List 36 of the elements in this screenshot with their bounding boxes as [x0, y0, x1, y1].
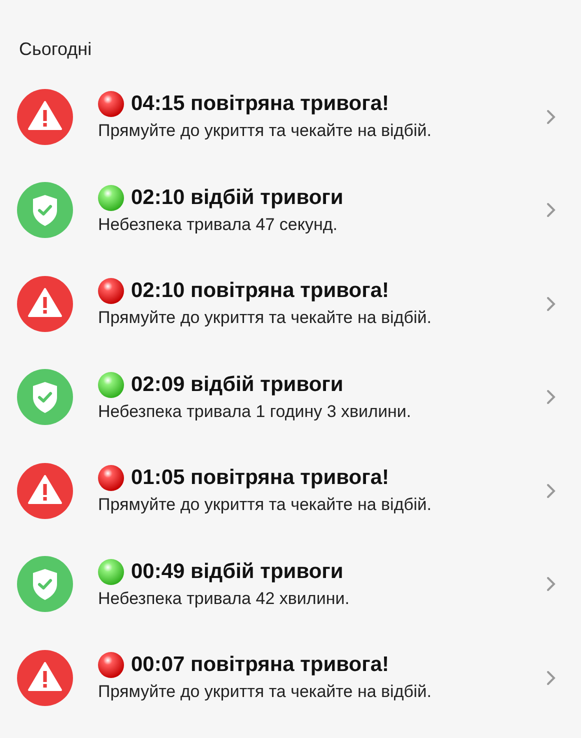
status-ball-icon [98, 184, 124, 211]
status-ball-icon [98, 278, 124, 304]
status-ball-icon [98, 465, 124, 492]
event-title: 01:05 повітряна тривога! [131, 465, 389, 492]
chevron-right-icon[interactable] [546, 576, 556, 592]
event-title: 02:10 повітряна тривога! [131, 278, 389, 304]
chevron-right-icon[interactable] [546, 389, 556, 406]
chevron-right-icon[interactable] [546, 482, 556, 499]
event-message: Прямуйте до укриття та чекайте на відбій. [98, 681, 432, 704]
chevron-right-icon[interactable] [546, 202, 556, 218]
chevron-right-icon[interactable] [546, 296, 556, 312]
warning-icon [17, 88, 73, 145]
shield-check-icon [17, 556, 73, 612]
section-title: Сьогодні [18, 38, 93, 61]
chevron-right-icon[interactable] [546, 108, 556, 125]
status-ball-icon [98, 372, 124, 398]
warning-icon [17, 462, 73, 519]
event-message: Прямуйте до укриття та чекайте на відбій. [98, 494, 432, 516]
shield-check-icon [17, 369, 73, 426]
event-title: 00:07 повітряна тривога! [131, 652, 389, 678]
event-message: Небезпека тривала 1 годину 3 хвилини. [98, 400, 412, 423]
event-title: 04:15 повітряна тривога! [131, 91, 389, 118]
warning-icon [17, 276, 73, 332]
event-message: Прямуйте до укриття та чекайте на відбій. [98, 120, 432, 142]
chevron-right-icon[interactable] [546, 670, 556, 686]
status-ball-icon [98, 558, 124, 585]
event-message: Небезпека тривала 47 секунд. [98, 214, 338, 236]
event-title: 00:49 відбій тривоги [131, 558, 344, 585]
event-message: Прямуйте до укриття та чекайте на відбій. [98, 307, 432, 330]
event-message: Небезпека тривала 42 хвилини. [98, 588, 350, 610]
status-ball-icon [98, 91, 124, 118]
shield-check-icon [17, 182, 73, 238]
warning-icon [17, 650, 73, 706]
status-ball-icon [98, 652, 124, 678]
event-title: 02:09 відбій тривоги [131, 372, 344, 398]
event-title: 02:10 відбій тривоги [131, 184, 344, 211]
